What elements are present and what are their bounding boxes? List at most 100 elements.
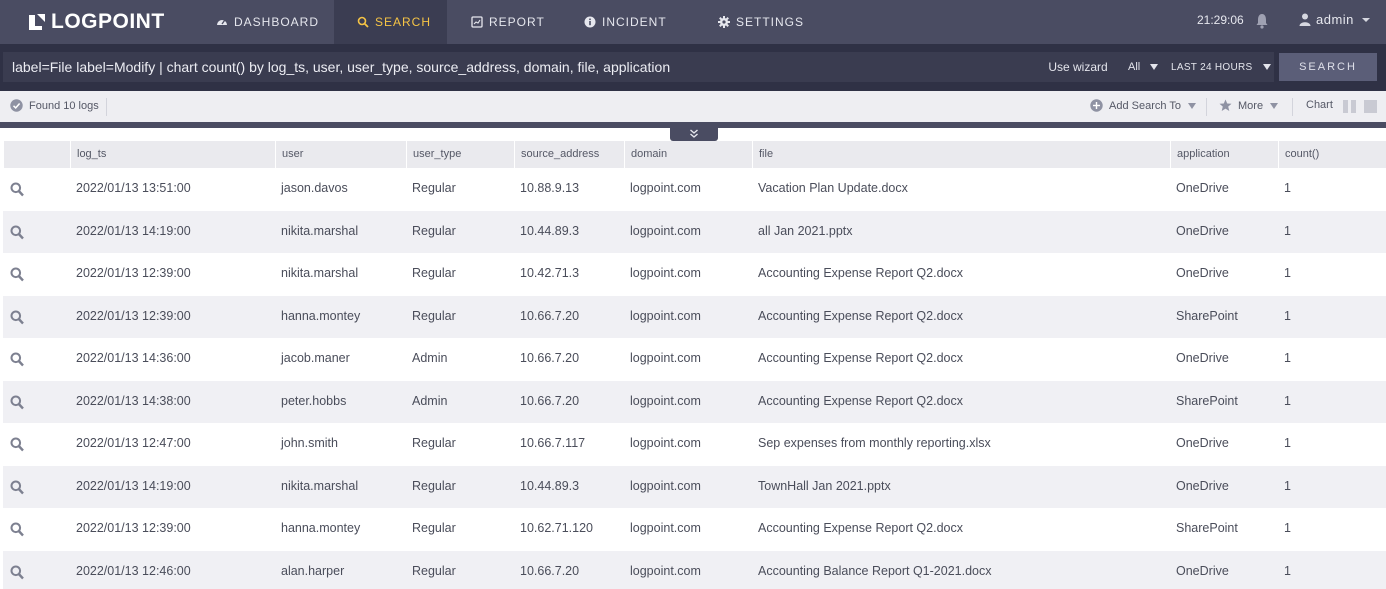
cell-user[interactable]: nikita.marshal [275, 211, 406, 254]
magnifier-icon[interactable] [10, 310, 24, 325]
cell-user[interactable]: nikita.marshal [275, 253, 406, 296]
user-menu[interactable]: admin [1299, 12, 1370, 27]
magnifier-icon[interactable] [10, 182, 24, 197]
cell-count[interactable]: 1 [1278, 423, 1386, 466]
cell-source-address[interactable]: 10.66.7.20 [514, 551, 624, 589]
column-header-user[interactable]: user [275, 141, 406, 168]
cell-source-address[interactable]: 10.44.89.3 [514, 211, 624, 254]
cell-user[interactable]: john.smith [275, 423, 406, 466]
cell-log-ts[interactable]: 2022/01/13 13:51:00 [70, 168, 275, 211]
cell-log-ts[interactable]: 2022/01/13 12:39:00 [70, 253, 275, 296]
column-header-log-ts[interactable]: log_ts [70, 141, 275, 168]
cell-count[interactable]: 1 [1278, 381, 1386, 424]
cell-user[interactable]: hanna.montey [275, 508, 406, 551]
cell-file[interactable]: Accounting Expense Report Q2.docx [752, 296, 1170, 339]
cell-domain[interactable]: logpoint.com [624, 296, 752, 339]
cell-source-address[interactable]: 10.44.89.3 [514, 466, 624, 509]
cell-user[interactable]: alan.harper [275, 551, 406, 589]
magnifier-icon[interactable] [10, 522, 24, 537]
nav-report[interactable]: REPORT [460, 0, 570, 44]
cell-user-type[interactable]: Regular [406, 508, 514, 551]
cell-file[interactable]: TownHall Jan 2021.pptx [752, 466, 1170, 509]
cell-source-address[interactable]: 10.62.71.120 [514, 508, 624, 551]
more-button[interactable]: More [1219, 99, 1279, 112]
cell-user[interactable]: jason.davos [275, 168, 406, 211]
cell-application[interactable]: OneDrive [1170, 466, 1278, 509]
cell-file[interactable]: Accounting Expense Report Q2.docx [752, 508, 1170, 551]
cell-log-ts[interactable]: 2022/01/13 12:39:00 [70, 296, 275, 339]
cell-user-type[interactable]: Regular [406, 423, 514, 466]
cell-count[interactable]: 1 [1278, 296, 1386, 339]
cell-file[interactable]: Accounting Expense Report Q2.docx [752, 381, 1170, 424]
column-header-user-type[interactable]: user_type [406, 141, 514, 168]
cell-domain[interactable]: logpoint.com [624, 338, 752, 381]
column-header-application[interactable]: application [1170, 141, 1278, 168]
cell-domain[interactable]: logpoint.com [624, 381, 752, 424]
cell-user[interactable]: hanna.montey [275, 296, 406, 339]
cell-file[interactable]: Sep expenses from monthly reporting.xlsx [752, 423, 1170, 466]
magnifier-icon[interactable] [10, 395, 24, 410]
cell-log-ts[interactable]: 2022/01/13 12:47:00 [70, 423, 275, 466]
collapse-toggle[interactable] [670, 126, 718, 141]
magnifier-icon[interactable] [10, 480, 24, 495]
column-header-count[interactable]: count() [1278, 141, 1386, 168]
cell-log-ts[interactable]: 2022/01/13 14:36:00 [70, 338, 275, 381]
cell-application[interactable]: OneDrive [1170, 338, 1278, 381]
logpoint-logo[interactable]: LOGPOINT [27, 9, 165, 35]
cell-user-type[interactable]: Regular [406, 551, 514, 589]
cell-file[interactable]: Accounting Balance Report Q1-2021.docx [752, 551, 1170, 589]
cell-count[interactable]: 1 [1278, 338, 1386, 381]
cell-file[interactable]: Accounting Expense Report Q2.docx [752, 338, 1170, 381]
magnifier-icon[interactable] [10, 225, 24, 240]
cell-source-address[interactable]: 10.66.7.20 [514, 338, 624, 381]
cell-user-type[interactable]: Regular [406, 466, 514, 509]
repository-select[interactable]: All [1118, 52, 1164, 82]
cell-domain[interactable]: logpoint.com [624, 466, 752, 509]
cell-application[interactable]: OneDrive [1170, 551, 1278, 589]
cell-count[interactable]: 1 [1278, 466, 1386, 509]
cell-user[interactable]: jacob.maner [275, 338, 406, 381]
cell-domain[interactable]: logpoint.com [624, 211, 752, 254]
cell-application[interactable]: OneDrive [1170, 423, 1278, 466]
cell-user-type[interactable]: Admin [406, 381, 514, 424]
magnifier-icon[interactable] [10, 437, 24, 452]
cell-user-type[interactable]: Regular [406, 253, 514, 296]
cell-domain[interactable]: logpoint.com [624, 508, 752, 551]
cell-user-type[interactable]: Admin [406, 338, 514, 381]
column-header-file[interactable]: file [752, 141, 1170, 168]
cell-count[interactable]: 1 [1278, 551, 1386, 589]
cell-application[interactable]: OneDrive [1170, 211, 1278, 254]
cell-application[interactable]: OneDrive [1170, 168, 1278, 211]
cell-log-ts[interactable]: 2022/01/13 14:19:00 [70, 466, 275, 509]
cell-source-address[interactable]: 10.66.7.20 [514, 296, 624, 339]
column-header-domain[interactable]: domain [624, 141, 752, 168]
cell-application[interactable]: SharePoint [1170, 381, 1278, 424]
cell-application[interactable]: SharePoint [1170, 508, 1278, 551]
time-range-select[interactable]: LAST 24 HOURS [1164, 52, 1274, 82]
cell-application[interactable]: SharePoint [1170, 296, 1278, 339]
nav-dashboard[interactable]: DASHBOARD [204, 0, 324, 44]
nav-search[interactable]: SEARCH [334, 0, 447, 44]
cell-log-ts[interactable]: 2022/01/13 14:38:00 [70, 381, 275, 424]
search-button[interactable]: SEARCH [1279, 53, 1377, 81]
cell-log-ts[interactable]: 2022/01/13 14:19:00 [70, 211, 275, 254]
cell-user[interactable]: peter.hobbs [275, 381, 406, 424]
search-query-input[interactable]: label=File label=Modify | chart count() … [3, 52, 1038, 82]
cell-count[interactable]: 1 [1278, 253, 1386, 296]
cell-source-address[interactable]: 10.66.7.20 [514, 381, 624, 424]
cell-file[interactable]: Vacation Plan Update.docx [752, 168, 1170, 211]
magnifier-icon[interactable] [10, 565, 24, 580]
cell-file[interactable]: Accounting Expense Report Q2.docx [752, 253, 1170, 296]
cell-count[interactable]: 1 [1278, 168, 1386, 211]
cell-source-address[interactable]: 10.42.71.3 [514, 253, 624, 296]
cell-domain[interactable]: logpoint.com [624, 423, 752, 466]
add-search-to-button[interactable]: Add Search To [1090, 99, 1196, 112]
cell-domain[interactable]: logpoint.com [624, 168, 752, 211]
use-wizard-link[interactable]: Use wizard [1038, 52, 1118, 82]
column-header-source-address[interactable]: source_address [514, 141, 624, 168]
nav-settings[interactable]: SETTINGS [707, 0, 827, 44]
split-view-icon[interactable] [1343, 100, 1356, 113]
cell-log-ts[interactable]: 2022/01/13 12:46:00 [70, 551, 275, 589]
cell-log-ts[interactable]: 2022/01/13 12:39:00 [70, 508, 275, 551]
cell-source-address[interactable]: 10.66.7.117 [514, 423, 624, 466]
